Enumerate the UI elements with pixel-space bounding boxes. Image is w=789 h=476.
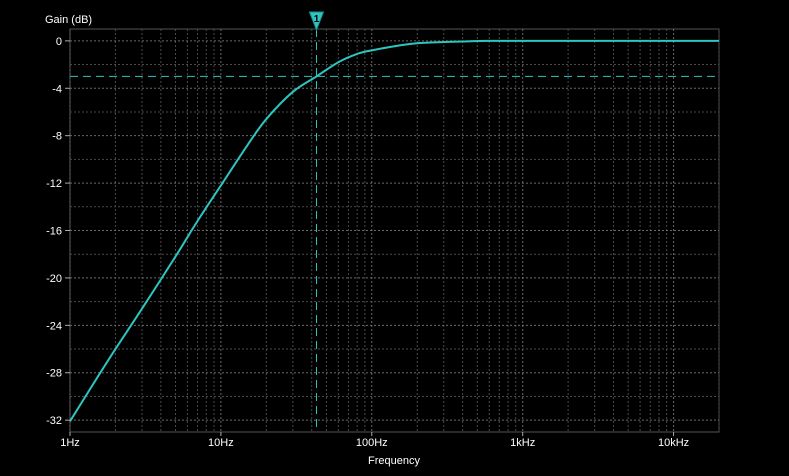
- x-tick-label: 10Hz: [208, 437, 234, 449]
- y-axis-title: Gain (dB): [45, 14, 92, 26]
- x-axis-title: Frequency: [368, 455, 420, 467]
- gain-series-line: [69, 39, 719, 422]
- chart-canvas: 0 -4 -8 -12 -16 -20 -24 -28 -32 1Hz 10Hz 100Hz 1kHz 1…: [45, 11, 720, 467]
- x-tick-label: 1kHz: [510, 437, 535, 449]
- marker-layer[interactable]: 1: [308, 11, 325, 32]
- y-tick-label: -8: [52, 131, 62, 143]
- marker-label: 1: [314, 14, 320, 25]
- y-tick-label: -32: [46, 415, 62, 427]
- y-tick-label: -12: [46, 178, 62, 190]
- y-tick-label: 0: [56, 36, 62, 48]
- x-tick-label: 10kHz: [658, 437, 689, 449]
- y-tick-label: -4: [52, 83, 62, 95]
- x-tick-label: 100Hz: [356, 437, 388, 449]
- x-tick-label: 1Hz: [60, 437, 80, 449]
- y-tick-label: -24: [46, 320, 62, 332]
- y-tick-label: -20: [46, 273, 62, 285]
- grid-layer: [69, 28, 720, 433]
- frequency-response-chart: 0 -4 -8 -12 -16 -20 -24 -28 -32 1Hz 10Hz 100Hz 1kHz 1…: [0, 0, 789, 476]
- y-tick-label: -28: [46, 368, 62, 380]
- y-tick-label: -16: [46, 226, 62, 238]
- axis-layer: 0 -4 -8 -12 -16 -20 -24 -28 -32 1Hz 10Hz 100Hz 1kHz 1…: [46, 36, 689, 449]
- series-layer: [69, 39, 719, 422]
